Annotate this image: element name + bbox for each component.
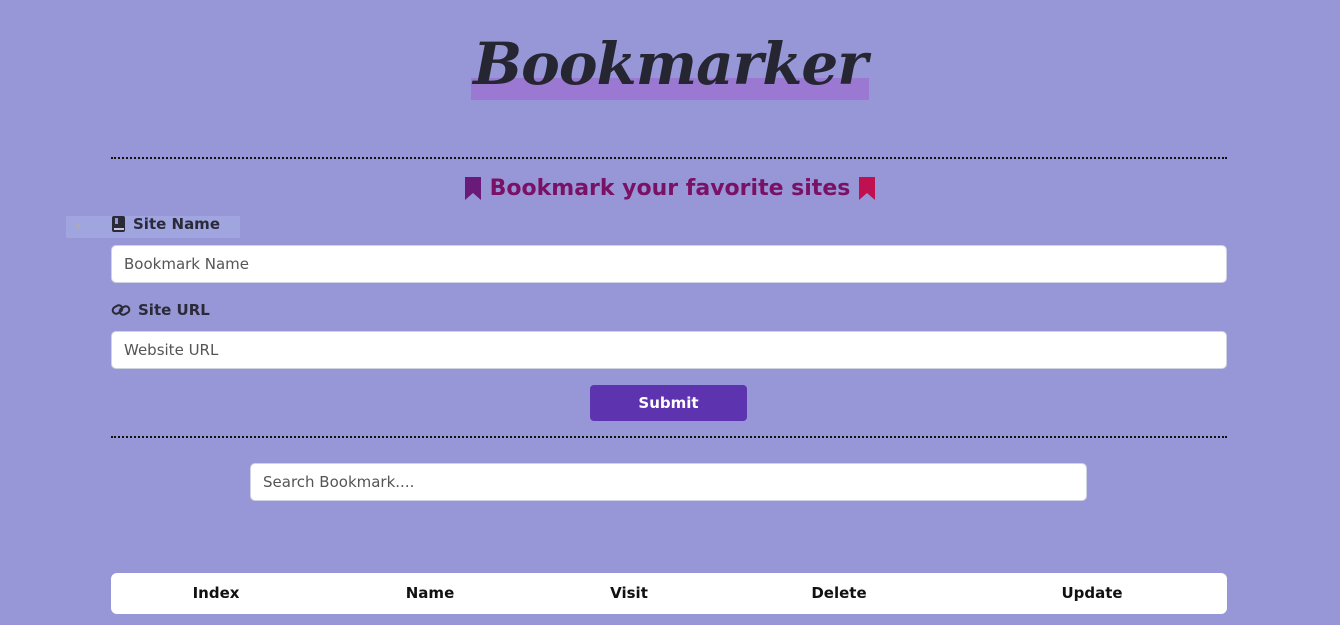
app-logo: Bookmarker [471,30,869,100]
column-header-delete: Delete [811,584,867,602]
column-header-update: Update [1061,584,1123,602]
link-icon [111,304,131,316]
logo-container: Bookmarker [0,28,1340,100]
subtitle-text: Bookmark your favorite sites [489,176,851,201]
drag-ghost-dot [75,224,80,229]
site-name-label-text: Site Name [133,215,220,233]
site-name-input[interactable] [111,245,1227,283]
column-header-index: Index [192,584,240,602]
site-url-label-text: Site URL [138,301,210,319]
bookmark-icon [859,177,876,200]
site-url-input[interactable] [111,331,1227,369]
page-subtitle: Bookmark your favorite sites [0,176,1340,201]
book-icon [112,216,125,232]
site-url-label: Site URL [111,301,210,319]
divider-top [111,157,1227,159]
submit-button[interactable]: Submit [590,385,747,421]
column-header-visit: Visit [610,584,648,602]
column-header-name: Name [405,584,455,602]
site-name-label: Site Name [111,215,220,233]
bookmarks-table-header: Index Name Visit Delete Update [111,573,1227,614]
divider-middle [111,436,1227,438]
bookmark-icon [464,177,481,200]
search-input[interactable] [250,463,1087,501]
